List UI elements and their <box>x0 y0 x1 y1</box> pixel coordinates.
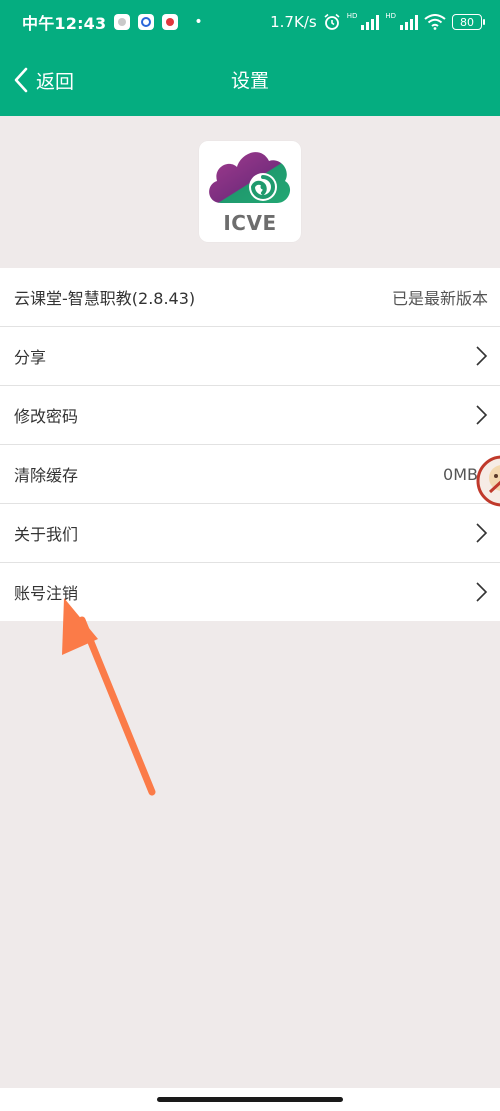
chevron-right-icon <box>476 523 488 543</box>
change-password-row[interactable]: 修改密码 <box>0 386 500 445</box>
version-row[interactable]: 云课堂-智慧职教(2.8.43) 已是最新版本 <box>0 268 500 327</box>
settings-list: 云课堂-智慧职教(2.8.43) 已是最新版本 分享 修改密码 清除缓存 0MB… <box>0 268 500 621</box>
signal-icon <box>361 14 380 30</box>
hd-label: HD <box>385 12 396 20</box>
row-label: 清除缓存 <box>14 466 79 485</box>
wifi-icon <box>424 14 446 30</box>
clear-cache-row[interactable]: 清除缓存 0MB <box>0 445 500 504</box>
app-logo: ICVE <box>199 141 301 242</box>
floating-assistant-icon[interactable] <box>476 448 500 514</box>
cloud-logo-icon <box>209 152 291 203</box>
home-indicator[interactable] <box>157 1097 343 1102</box>
row-label: 分享 <box>14 348 47 367</box>
delete-account-row[interactable]: 账号注销 <box>0 563 500 621</box>
share-row[interactable]: 分享 <box>0 327 500 386</box>
settings-screen: 中午12:43 • 1.7K/s HD HD 80 返回 设置 ICVE 云课堂… <box>0 0 500 1111</box>
version-status: 已是最新版本 <box>391 289 488 308</box>
notification-app-icon <box>138 14 155 30</box>
chevron-right-icon <box>476 582 488 602</box>
notification-app-icon <box>162 14 179 30</box>
network-speed: 1.7K/s <box>270 13 317 31</box>
nav-bar: 返回 设置 <box>0 44 500 116</box>
status-time: 中午12:43 <box>22 14 107 33</box>
status-bar: 中午12:43 • 1.7K/s HD HD 80 <box>0 0 500 44</box>
page-title: 设置 <box>230 70 269 92</box>
row-label: 云课堂-智慧职教(2.8.43) <box>14 289 196 308</box>
cache-size: 0MB <box>443 464 478 484</box>
row-label: 修改密码 <box>14 407 79 426</box>
hd-label: HD <box>346 12 358 20</box>
notification-app-icon <box>114 14 131 30</box>
signal-icon <box>400 14 418 30</box>
about-us-row[interactable]: 关于我们 <box>0 504 500 563</box>
row-label: 账号注销 <box>14 584 79 603</box>
chevron-right-icon <box>476 405 488 425</box>
row-label: 关于我们 <box>14 525 79 544</box>
battery-icon: 80 <box>452 14 485 30</box>
logo-text: ICVE <box>223 211 277 235</box>
more-notifications-dot-icon: • <box>194 14 203 30</box>
alarm-icon <box>324 13 340 30</box>
chevron-right-icon <box>476 346 488 366</box>
